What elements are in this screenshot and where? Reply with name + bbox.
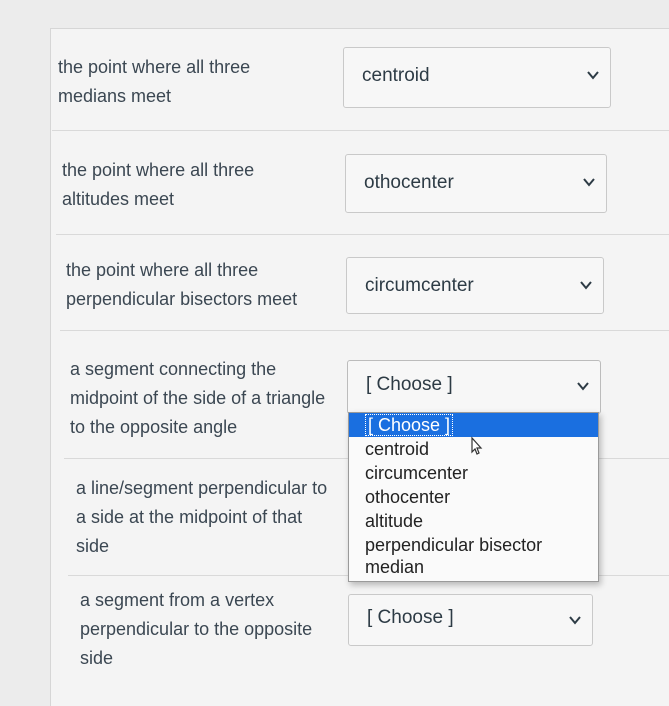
mouse-pointer-icon <box>471 436 483 455</box>
chevron-down-icon <box>577 382 589 391</box>
match-prompt-1: the point where all three medians meet <box>58 53 250 111</box>
match-prompt-2: the point where all three altitudes meet <box>62 156 254 214</box>
answer-select-2[interactable]: othocenter <box>345 154 607 213</box>
select-value: [ Choose ] <box>367 607 454 628</box>
prompt-line: perpendicular to the opposite <box>80 619 313 639</box>
chevron-down-icon <box>580 281 592 290</box>
prompt-line: a segment connecting the <box>70 359 277 379</box>
row-divider <box>52 130 669 131</box>
prompt-line: the point where all three <box>66 260 259 280</box>
option-othocenter[interactable]: othocenter <box>349 485 598 509</box>
row-divider <box>56 234 669 235</box>
option-median[interactable]: median <box>349 555 598 579</box>
select-value: centroid <box>362 65 430 86</box>
option-perpendicular-bisector[interactable]: perpendicular bisector <box>349 533 598 557</box>
answer-select-3[interactable]: circumcenter <box>346 257 604 314</box>
answer-select-4[interactable]: [ Choose ] <box>347 360 601 414</box>
row-divider <box>60 330 669 331</box>
prompt-line: the point where all three <box>62 160 255 180</box>
chevron-down-icon <box>569 616 581 625</box>
prompt-line: to the opposite angle <box>70 417 238 437</box>
match-prompt-3: the point where all three perpendicular … <box>66 256 297 314</box>
prompt-line: a segment from a vertex <box>80 590 275 610</box>
option-circumcenter[interactable]: circumcenter <box>349 461 598 485</box>
prompt-line: altitudes meet <box>62 189 175 209</box>
select-value: [ Choose ] <box>366 374 453 395</box>
prompt-line: midpoint of the side of a triangle <box>70 388 326 408</box>
prompt-line: medians meet <box>58 86 172 106</box>
chevron-down-icon <box>583 178 595 187</box>
answer-select-6[interactable]: [ Choose ] <box>348 594 593 646</box>
select-value: othocenter <box>364 172 454 193</box>
chevron-down-icon <box>587 71 599 80</box>
prompt-line: side <box>76 536 110 556</box>
option-altitude[interactable]: altitude <box>349 509 598 533</box>
match-prompt-5: a line/segment perpendicular to a side a… <box>76 474 327 561</box>
prompt-line: the point where all three <box>58 57 251 77</box>
prompt-line: a line/segment perpendicular to <box>76 478 328 498</box>
option-choose[interactable]: [ Choose ] <box>349 413 598 437</box>
prompt-line: perpendicular bisectors meet <box>66 289 298 309</box>
prompt-line: side <box>80 648 114 668</box>
match-prompt-4: a segment connecting the midpoint of the… <box>70 355 325 442</box>
answer-select-1[interactable]: centroid <box>343 47 611 108</box>
select-value: circumcenter <box>365 275 474 296</box>
match-prompt-6: a segment from a vertex perpendicular to… <box>80 586 312 673</box>
option-label: [ Choose ] <box>365 414 454 436</box>
prompt-line: a side at the midpoint of that <box>76 507 303 527</box>
